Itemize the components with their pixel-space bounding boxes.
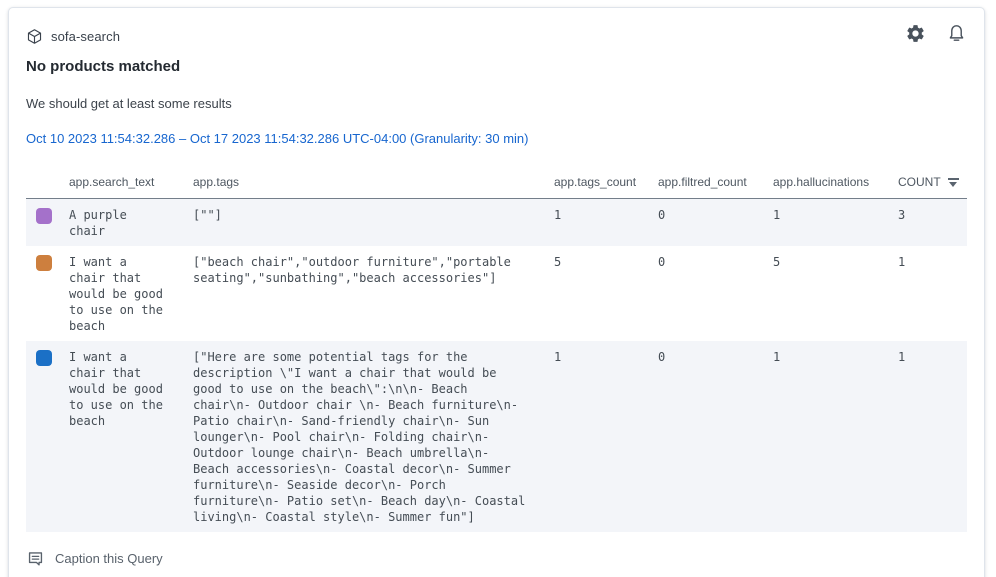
caption-label: Caption this Query [55, 551, 163, 566]
series-swatch [36, 350, 52, 366]
trigger-description: We should get at least some results [26, 96, 967, 111]
gear-icon [905, 23, 926, 49]
cell-filtred-count: 0 [658, 349, 773, 525]
query-result-card: sofa-search No products matched We shoul… [8, 7, 985, 577]
column-header-hallucinations[interactable]: app.hallucinations [773, 175, 898, 189]
card-header: sofa-search [26, 23, 967, 49]
cell-hallucinations: 1 [773, 207, 898, 239]
table-row[interactable]: I want a chair that would be good to use… [26, 341, 967, 532]
cell-search-text: A purple chair [69, 207, 168, 239]
cell-tags: [""] [193, 207, 527, 239]
column-header-tags[interactable]: app.tags [193, 175, 554, 189]
column-header-search-text[interactable]: app.search_text [69, 175, 193, 189]
cell-tags-count: 1 [554, 207, 658, 239]
results-table: app.search_text app.tags app.tags_count … [26, 175, 967, 532]
settings-button[interactable] [905, 23, 926, 49]
caption-query-button[interactable]: Caption this Query [26, 549, 163, 568]
cube-icon [26, 28, 43, 45]
series-swatch [36, 208, 52, 224]
cell-count: 1 [898, 349, 967, 525]
column-header-tags-count[interactable]: app.tags_count [554, 175, 658, 189]
notifications-button[interactable] [946, 23, 967, 49]
bell-icon [946, 23, 967, 49]
table-header-row: app.search_text app.tags app.tags_count … [26, 175, 967, 199]
cell-hallucinations: 5 [773, 254, 898, 334]
series-swatch [36, 255, 52, 271]
cell-tags: ["Here are some potential tags for the d… [193, 349, 527, 525]
table-row[interactable]: A purple chair [""] 1 0 1 3 [26, 199, 967, 246]
cell-tags-count: 1 [554, 349, 658, 525]
time-range-link[interactable]: Oct 10 2023 11:54:32.286 – Oct 17 2023 1… [26, 131, 529, 146]
cell-search-text: I want a chair that would be good to use… [69, 349, 168, 525]
cell-tags: ["beach chair","outdoor furniture","port… [193, 254, 527, 334]
column-header-filtred-count[interactable]: app.filtred_count [658, 175, 773, 189]
caption-icon [26, 549, 45, 568]
cell-tags-count: 5 [554, 254, 658, 334]
sort-desc-icon [948, 178, 959, 187]
table-row[interactable]: I want a chair that would be good to use… [26, 246, 967, 341]
cell-count: 3 [898, 207, 967, 239]
cell-filtred-count: 0 [658, 254, 773, 334]
cell-hallucinations: 1 [773, 349, 898, 525]
cell-filtred-count: 0 [658, 207, 773, 239]
cell-search-text: I want a chair that would be good to use… [69, 254, 168, 334]
dataset-link[interactable]: sofa-search [26, 28, 120, 45]
dataset-name: sofa-search [51, 29, 120, 44]
column-header-count[interactable]: COUNT [898, 175, 967, 189]
page-title: No products matched [26, 58, 967, 75]
cell-count: 1 [898, 254, 967, 334]
column-header-swatch [26, 175, 69, 189]
